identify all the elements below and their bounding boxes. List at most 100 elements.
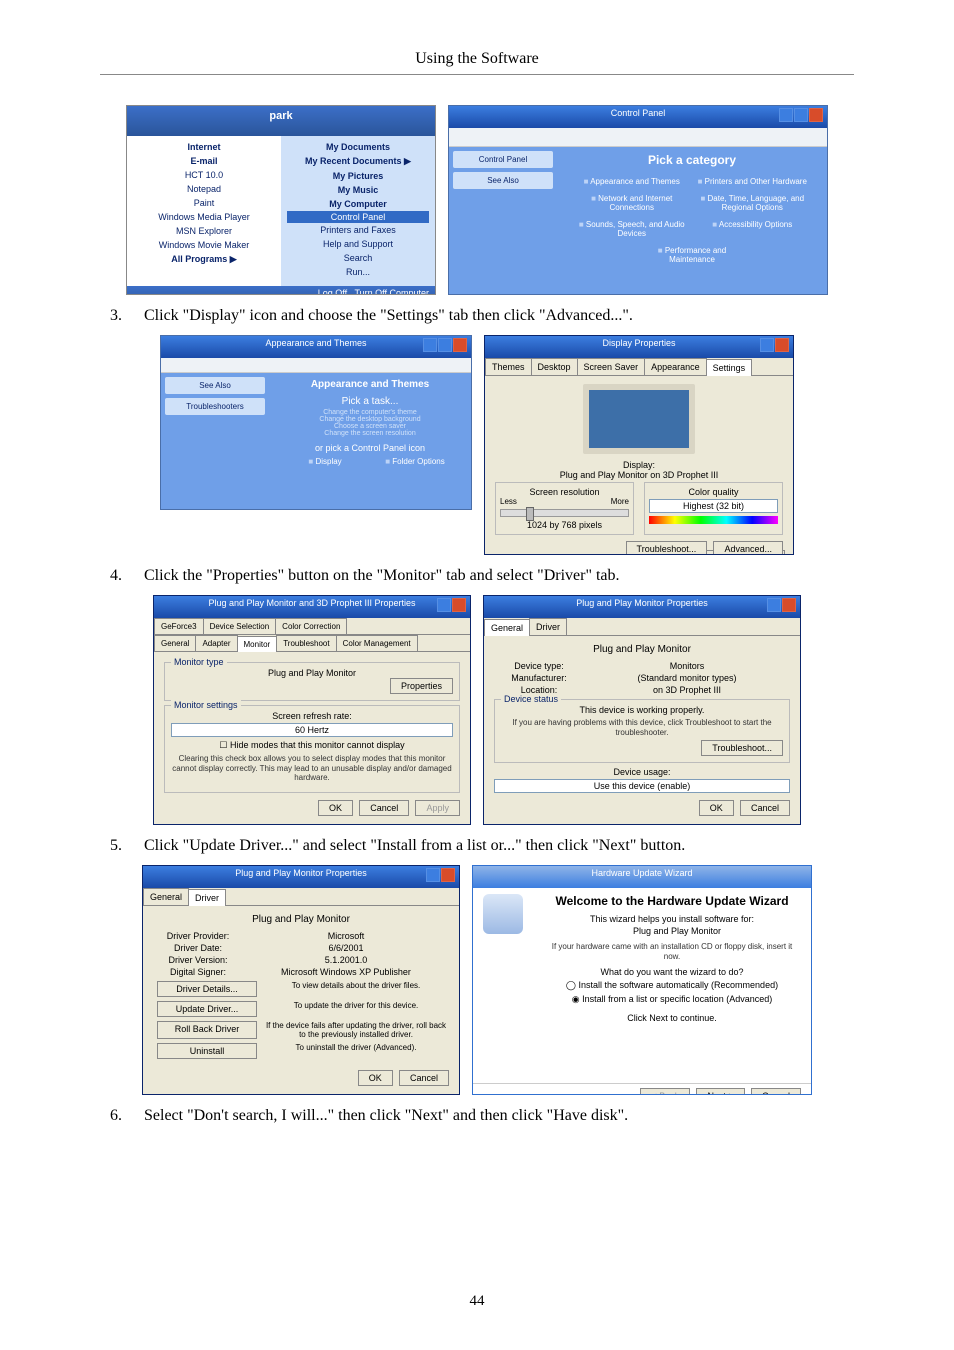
troubleshoot-button[interactable]: Troubleshoot... [626, 541, 708, 555]
start-all-programs[interactable]: All Programs ▶ [133, 252, 275, 267]
start-item[interactable]: My Pictures [287, 169, 429, 183]
radio-auto[interactable]: Install the software automatically (Reco… [543, 980, 801, 991]
tab-monitor[interactable]: Monitor [237, 636, 278, 652]
task-link[interactable]: Choose a screen saver [277, 423, 463, 430]
maximize-icon[interactable] [438, 338, 452, 352]
ok-button[interactable]: OK [699, 800, 734, 816]
update-driver-button[interactable]: Update Driver... [157, 1001, 257, 1017]
driver-date-value: 6/6/2001 [243, 943, 449, 953]
start-item[interactable]: My Documents [287, 140, 429, 154]
tab[interactable]: GeForce3 [154, 618, 204, 634]
start-item[interactable]: My Recent Documents ▶ [287, 154, 429, 169]
tab-general[interactable]: General [143, 888, 189, 905]
close-icon[interactable] [441, 868, 455, 882]
tab-troubleshoot[interactable]: Troubleshoot [276, 635, 336, 651]
task-link[interactable]: Change the computer's theme [277, 409, 463, 416]
driver-date-label: Driver Date: [153, 943, 243, 953]
display-value: Plug and Play Monitor on 3D Prophet III [560, 470, 719, 480]
category-link[interactable]: Date, Time, Language, and Regional Optio… [693, 190, 811, 216]
minimize-icon[interactable] [779, 108, 793, 122]
tab-screensaver[interactable]: Screen Saver [577, 358, 646, 375]
start-item[interactable]: My Computer [287, 197, 429, 211]
start-item[interactable]: Windows Media Player [133, 210, 275, 224]
help-icon[interactable] [426, 868, 440, 882]
category-link[interactable]: Printers and Other Hardware [693, 173, 811, 190]
category-link[interactable]: Accessibility Options [693, 216, 811, 233]
category-link[interactable]: Performance and Maintenance [633, 242, 751, 268]
monitor-preview [583, 384, 695, 454]
start-item[interactable]: Help and Support [287, 237, 429, 251]
close-icon[interactable] [452, 598, 466, 612]
turnoff-button[interactable]: Turn Off Computer [354, 288, 429, 295]
hide-modes-checkbox[interactable]: Hide modes that this monitor cannot disp… [171, 740, 453, 751]
tab-themes[interactable]: Themes [485, 358, 532, 375]
cancel-button[interactable]: Cancel [740, 800, 790, 816]
resolution-slider[interactable] [500, 509, 629, 517]
ok-button[interactable]: OK [318, 800, 353, 816]
troubleshoot-button[interactable]: Troubleshoot... [701, 740, 783, 756]
start-item[interactable]: MSN Explorer [133, 224, 275, 238]
task-link[interactable]: Change the desktop background [277, 416, 463, 423]
display-icon[interactable]: Display [281, 453, 369, 470]
cancel-button[interactable]: Cancel [359, 800, 409, 816]
start-item[interactable]: Search [287, 251, 429, 265]
back-button[interactable]: < Back [640, 1088, 690, 1095]
device-usage-select[interactable]: Use this device (enable) [494, 779, 790, 793]
tab-settings[interactable]: Settings [706, 359, 753, 376]
radio-list[interactable]: Install from a list or specific location… [543, 994, 801, 1005]
refresh-rate-label: Screen refresh rate: [171, 711, 453, 721]
color-quality-select[interactable]: Highest (32 bit) [649, 499, 778, 513]
close-icon[interactable] [809, 108, 823, 122]
minimize-icon[interactable] [423, 338, 437, 352]
wizard-question: What do you want the wizard to do? [543, 967, 801, 977]
rollback-driver-button[interactable]: Roll Back Driver [157, 1021, 257, 1039]
start-item[interactable]: Notepad [133, 182, 275, 196]
maximize-icon[interactable] [794, 108, 808, 122]
start-item[interactable]: Windows Movie Maker [133, 238, 275, 252]
tab[interactable]: Color Correction [275, 618, 347, 634]
start-item[interactable]: E-mail [133, 154, 275, 168]
close-icon[interactable] [775, 338, 789, 352]
next-button[interactable]: Next > [696, 1088, 744, 1095]
logoff-button[interactable]: Log Off [318, 288, 347, 295]
close-icon[interactable] [453, 338, 467, 352]
tab-general[interactable]: General [484, 619, 530, 636]
tab-adapter[interactable]: Adapter [195, 635, 237, 651]
uninstall-button[interactable]: Uninstall [157, 1043, 257, 1059]
refresh-rate-select[interactable]: 60 Hertz [171, 723, 453, 737]
close-icon[interactable] [782, 598, 796, 612]
advanced-button[interactable]: Advanced... [713, 541, 783, 555]
category-link[interactable]: Sounds, Speech, and Audio Devices [573, 216, 691, 242]
page-number: 44 [0, 1293, 954, 1310]
ok-button[interactable]: OK [358, 1070, 393, 1086]
tab-driver[interactable]: Driver [529, 618, 567, 635]
help-icon[interactable] [767, 598, 781, 612]
category-link[interactable]: Network and Internet Connections [573, 190, 691, 216]
tab-driver[interactable]: Driver [188, 889, 226, 906]
wizard-continue: Click Next to continue. [543, 1013, 801, 1023]
tab-colormgmt[interactable]: Color Management [336, 635, 418, 651]
start-item[interactable]: Internet [133, 140, 275, 154]
driver-provider-value: Microsoft [243, 931, 449, 941]
cancel-button[interactable]: Cancel [399, 1070, 449, 1086]
tab-appearance[interactable]: Appearance [644, 358, 707, 375]
task-link[interactable]: Change the screen resolution [277, 430, 463, 437]
start-control-panel[interactable]: Control Panel [287, 211, 429, 223]
help-icon[interactable] [760, 338, 774, 352]
category-link[interactable]: Appearance and Themes [573, 173, 691, 190]
help-icon[interactable] [437, 598, 451, 612]
tab-desktop[interactable]: Desktop [531, 358, 578, 375]
driver-details-button[interactable]: Driver Details... [157, 981, 257, 997]
window-title: Display Properties [602, 338, 675, 348]
start-item[interactable]: HCT 10.0 [133, 168, 275, 182]
tab-general[interactable]: General [154, 635, 196, 651]
properties-button[interactable]: Properties [390, 678, 453, 694]
apply-button[interactable]: Apply [415, 800, 460, 816]
cancel-button[interactable]: Cancel [751, 1088, 801, 1095]
start-item[interactable]: Run... [287, 265, 429, 279]
folder-options-icon[interactable]: Folder Options [371, 453, 459, 470]
start-item[interactable]: My Music [287, 183, 429, 197]
tab[interactable]: Device Selection [203, 618, 277, 634]
start-item[interactable]: Paint [133, 196, 275, 210]
start-item[interactable]: Printers and Faxes [287, 223, 429, 237]
